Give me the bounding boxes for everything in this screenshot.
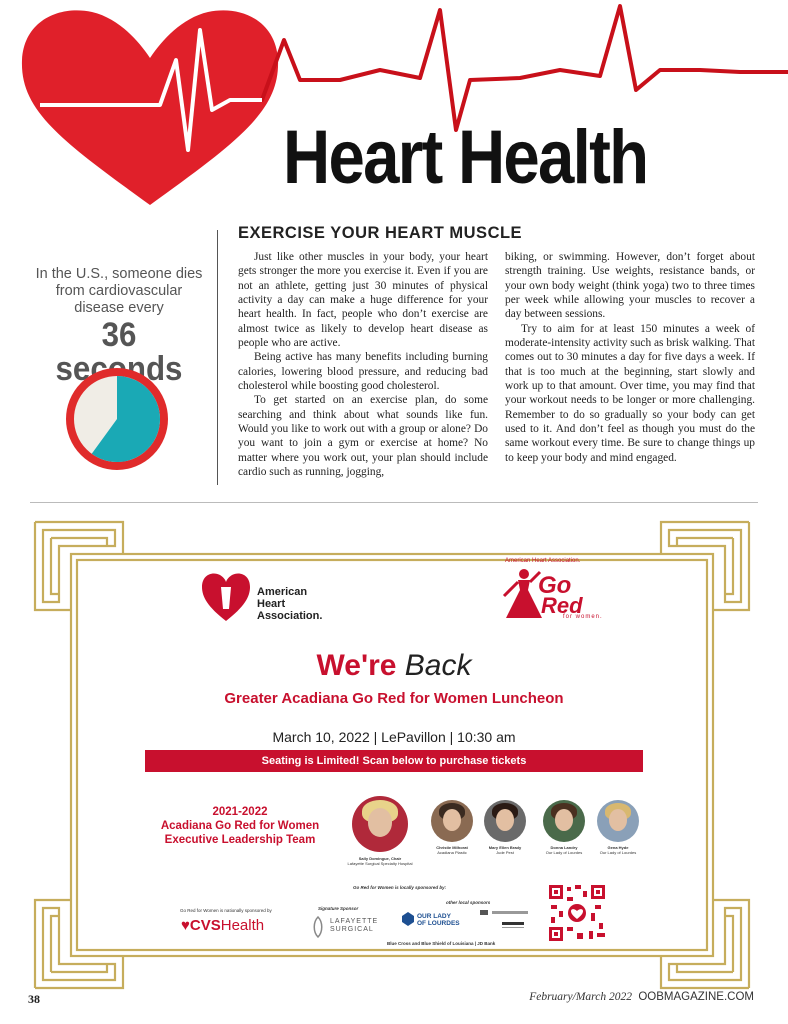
page-title: Heart Health <box>283 115 649 200</box>
article-subhead: EXERCISE YOUR HEART MUSCLE <box>238 224 523 242</box>
cvs-health-wordmark: Health <box>220 917 265 934</box>
logo-line: Association. <box>257 610 323 622</box>
paragraph: To get started on an exercise plan, do s… <box>238 394 488 479</box>
national-sponsor-line: Go Red for Women is nationally sponsored… <box>180 908 272 913</box>
aha-heart-torch-icon <box>202 569 250 621</box>
person-org: Our Lady of Lourdes <box>599 850 637 855</box>
logo-line: OF LOURDES <box>417 920 460 927</box>
paragraph: Being active has many benefits including… <box>238 351 488 393</box>
local-sponsor-line: Go Red for Women is locally sponsored by… <box>353 885 447 890</box>
page-number: 38 <box>28 992 40 1006</box>
ad-subtitle: Greater Acadiana Go Red for Women Lunche… <box>224 690 564 707</box>
ad-headline: We're Back <box>0 648 788 684</box>
logo-line: American <box>257 586 308 598</box>
cvs-wordmark: CVS <box>189 917 221 934</box>
person-caption: Gena Hyde Our Lady of Lourdes <box>588 845 648 855</box>
avatar <box>597 800 639 842</box>
avatar <box>431 800 473 842</box>
article-column-2: biking, or swimming. However, don’t forg… <box>505 250 755 465</box>
avatar <box>484 800 526 842</box>
person-caption: Donna Landry Our Lady of Lourdes <box>534 845 594 855</box>
person-org: Our Lady of Lourdes <box>545 850 583 855</box>
site-url: OOBMAGAZINE.COM <box>638 991 754 1003</box>
team-line: 2021-2022 <box>212 806 268 818</box>
stat-text: In the U.S., someone dies from cardiovas… <box>35 266 203 316</box>
paragraph: biking, or swimming. However, don’t forg… <box>505 251 755 321</box>
person-caption: Sally Domingue, Chair Lafayette Surgical … <box>340 856 420 866</box>
team-line: Executive Leadership Team <box>164 834 316 846</box>
person-caption: Mary Ellen Brady Jude Pest <box>475 845 535 855</box>
person-org: Jude Pest <box>496 850 514 855</box>
article-column-1: Just like other muscles in your body, yo… <box>238 250 488 480</box>
headline-were: We're <box>316 649 397 682</box>
ticket-banner: Seating is Limited! Scan below to purcha… <box>145 750 643 772</box>
leadership-team-title: 2021-2022 Acadiana Go Red for Women Exec… <box>140 805 340 847</box>
sponsor-logos-small-icon <box>480 910 528 928</box>
qr-code-icon[interactable] <box>547 883 607 943</box>
sponsor-bottom-line: Blue Cross and Blue Shield of Louisiana … <box>387 941 496 946</box>
headline-back: Back <box>404 649 472 682</box>
pie-icon <box>66 368 168 470</box>
lafayette-surgical-logo: LAFAYETTE SURGICAL <box>330 918 378 934</box>
gored-forwomen-text: for women. <box>563 614 603 620</box>
person-org: Acadiana Plastic <box>437 850 467 855</box>
paragraph: Try to aim for at least 150 minutes a we… <box>505 322 756 464</box>
our-lady-of-lourdes-icon <box>402 912 414 926</box>
team-line: Acadiana Go Red for Women <box>160 820 320 832</box>
paragraph: Just like other muscles in your body, yo… <box>238 251 488 350</box>
cvs-logo: ♥CVSHealth <box>181 917 265 934</box>
logo-line: Heart <box>257 598 286 610</box>
section-divider <box>30 502 758 503</box>
heart-icon <box>21 10 279 206</box>
other-sponsors-label: other local sponsors <box>446 900 491 905</box>
gored-aha-label: American Heart Association. <box>505 558 581 564</box>
signature-sponsor-label: Signature Sponsor <box>318 906 359 911</box>
aha-logo-text: American Heart Association. <box>257 586 322 622</box>
lafayette-surgical-icon <box>313 916 323 938</box>
divider-line <box>217 230 218 485</box>
our-lady-logo: OUR LADY OF LOURDES <box>417 913 460 927</box>
logo-line: LAFAYETTE <box>330 918 379 925</box>
logo-line: SURGICAL <box>330 926 374 933</box>
event-date-line: March 10, 2022 | LePavillon | 10:30 am <box>272 729 516 745</box>
issue-date: February/March 2022 <box>529 991 632 1003</box>
avatar <box>352 796 408 852</box>
avatar <box>543 800 585 842</box>
person-org: Lafayette Surgical Specialty Hospital <box>347 861 413 866</box>
person-caption: Christie Milhorat Acadiana Plastic <box>422 845 482 855</box>
footer-issue: February/March 2022 OOBMAGAZINE.COM <box>529 991 754 1003</box>
logo-line: OUR LADY <box>417 913 451 920</box>
